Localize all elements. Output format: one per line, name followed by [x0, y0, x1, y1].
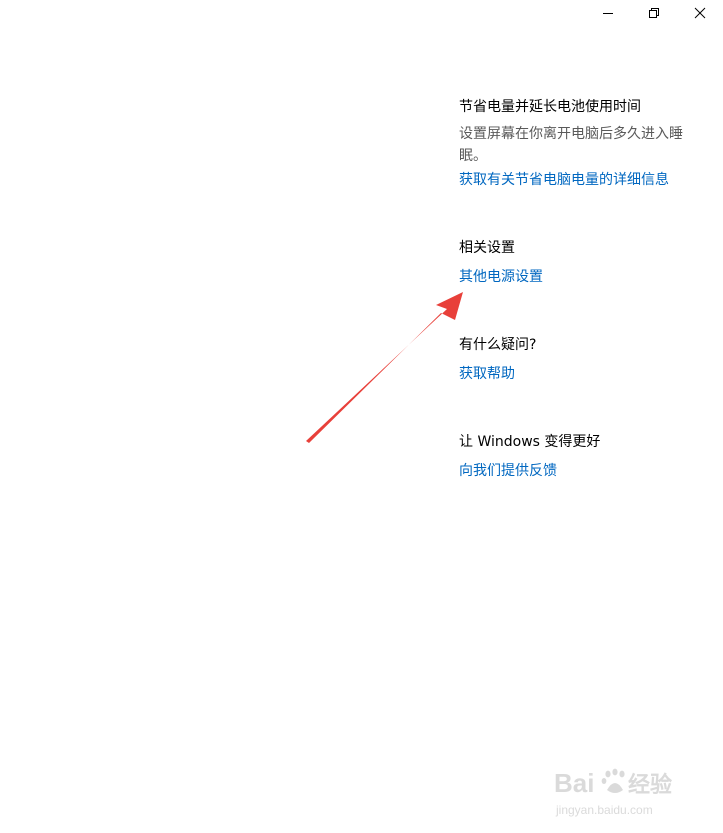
related-settings-section: 相关设置 其他电源设置: [459, 237, 709, 288]
minimize-icon: [603, 13, 613, 14]
baidu-paw-logo: Bai 经验 jingyan.baidu.com: [554, 768, 672, 817]
battery-details-link[interactable]: 获取有关节省电脑电量的详细信息: [459, 169, 709, 191]
svg-text:Bai: Bai: [554, 768, 594, 798]
related-info-panel: 节省电量并延长电池使用时间 设置屏幕在你离开电脑后多久进入睡眠。 获取有关节省电…: [459, 96, 709, 482]
minimize-button[interactable]: [585, 0, 631, 26]
get-help-link[interactable]: 获取帮助: [459, 363, 709, 385]
restore-icon: [649, 8, 659, 18]
feedback-section: 让 Windows 变得更好 向我们提供反馈: [459, 431, 709, 482]
close-button[interactable]: [677, 0, 723, 26]
help-section-title: 有什么疑问?: [459, 337, 537, 353]
restore-button[interactable]: [631, 0, 677, 26]
feedback-section-title: 让 Windows 变得更好: [459, 434, 601, 450]
svg-text:jingyan.baidu.com: jingyan.baidu.com: [555, 803, 653, 817]
help-section: 有什么疑问? 获取帮助: [459, 334, 709, 385]
battery-section-description: 设置屏幕在你离开电脑后多久进入睡眠。: [459, 126, 683, 164]
battery-section-title: 节省电量并延长电池使用时间: [459, 99, 641, 115]
arrow-shape: [306, 292, 463, 443]
battery-saving-section: 节省电量并延长电池使用时间 设置屏幕在你离开电脑后多久进入睡眠。 获取有关节省电…: [459, 96, 709, 191]
give-feedback-link[interactable]: 向我们提供反馈: [459, 460, 709, 482]
svg-text:经验: 经验: [628, 772, 672, 798]
close-icon: [694, 7, 706, 19]
baidu-watermark: Bai 经验 jingyan.baidu.com: [552, 766, 692, 824]
window-controls: [585, 0, 723, 26]
additional-power-settings-link[interactable]: 其他电源设置: [459, 266, 709, 288]
related-settings-title: 相关设置: [459, 240, 515, 256]
